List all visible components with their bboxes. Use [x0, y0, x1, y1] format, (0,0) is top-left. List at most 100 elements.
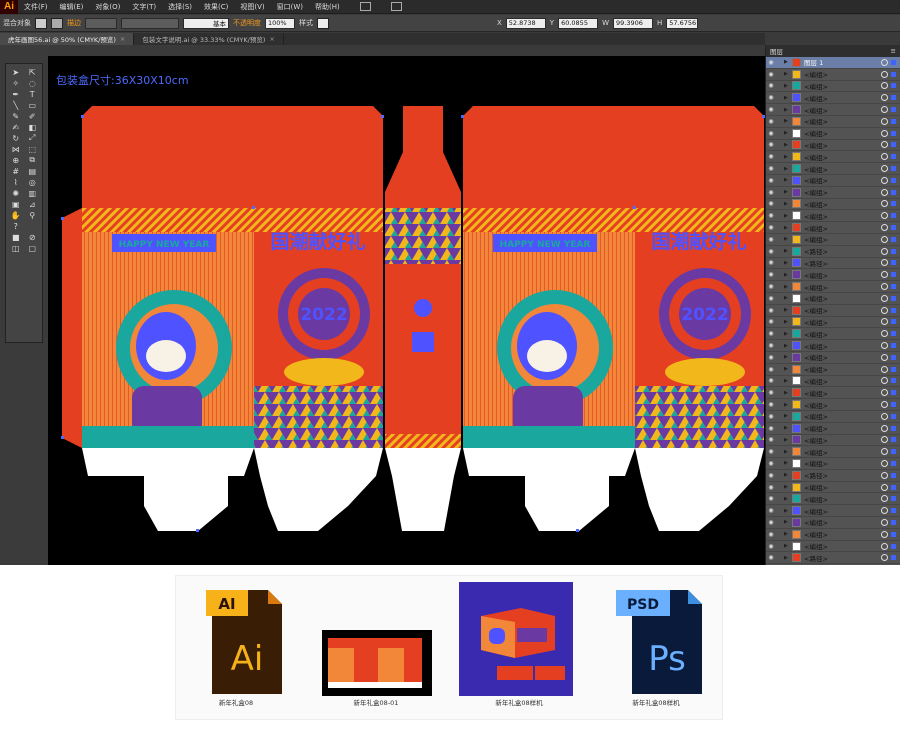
- help-icon[interactable]: ?: [8, 221, 24, 231]
- visibility-eye-icon[interactable]: ◉: [766, 401, 776, 408]
- perspective-grid-icon[interactable]: ⧉: [25, 155, 41, 165]
- rectangle-tool-icon[interactable]: ▭: [25, 100, 41, 110]
- sublayer-row[interactable]: ◉ ▶ <编组>: [766, 104, 900, 116]
- visibility-eye-icon[interactable]: ◉: [766, 130, 776, 137]
- menu-view[interactable]: 视图(V): [234, 2, 270, 12]
- expand-arrow-icon[interactable]: ▶: [784, 354, 792, 360]
- selection-indicator[interactable]: [891, 83, 896, 89]
- expand-arrow-icon[interactable]: ▶: [784, 166, 792, 172]
- visibility-eye-icon[interactable]: ◉: [766, 318, 776, 325]
- target-circle-icon[interactable]: [881, 412, 888, 420]
- selection-indicator[interactable]: [891, 543, 896, 549]
- target-circle-icon[interactable]: [881, 365, 888, 373]
- expand-arrow-icon[interactable]: ▶: [784, 284, 792, 290]
- target-circle-icon[interactable]: [881, 212, 888, 220]
- y-field[interactable]: 60.0855: [558, 17, 599, 29]
- sublayer-row[interactable]: ◉ ▶ <编组>: [766, 458, 900, 470]
- visibility-eye-icon[interactable]: ◉: [766, 94, 776, 101]
- expand-arrow-icon[interactable]: ▶: [784, 142, 792, 148]
- sublayer-row[interactable]: ◉ ▶ <编组>: [766, 541, 900, 553]
- selection-indicator[interactable]: [891, 555, 896, 561]
- blend-tool-icon[interactable]: ◎: [25, 177, 41, 187]
- sublayer-row[interactable]: ◉ ▶ <路径>: [766, 552, 900, 565]
- selection-indicator[interactable]: [891, 425, 896, 431]
- column-graph-icon[interactable]: ▥: [25, 188, 41, 198]
- selection-indicator[interactable]: [891, 154, 896, 160]
- sublayer-row[interactable]: ◉ ▶ <编组>: [766, 269, 900, 282]
- target-circle-icon[interactable]: [881, 448, 888, 456]
- paintbrush-tool-icon[interactable]: ✎: [8, 111, 24, 121]
- visibility-eye-icon[interactable]: ◉: [766, 448, 776, 455]
- expand-arrow-icon[interactable]: ▶: [784, 484, 792, 490]
- sublayer-row[interactable]: ◉ ▶ <编组>: [766, 411, 900, 423]
- menu-edit[interactable]: 编辑(E): [54, 2, 90, 12]
- visibility-eye-icon[interactable]: ◉: [766, 71, 776, 78]
- menu-select[interactable]: 选择(S): [162, 2, 198, 12]
- selection-indicator[interactable]: [891, 272, 896, 278]
- visibility-eye-icon[interactable]: ◉: [766, 212, 776, 219]
- sublayer-row[interactable]: ◉ ▶ <编组>: [766, 293, 900, 305]
- visibility-eye-icon[interactable]: ◉: [766, 377, 776, 384]
- expand-arrow-icon[interactable]: ▶: [784, 248, 792, 254]
- selection-indicator[interactable]: [891, 225, 896, 231]
- selection-indicator[interactable]: [891, 213, 896, 219]
- stroke-weight-field[interactable]: [85, 17, 117, 29]
- expand-arrow-icon[interactable]: ▶: [784, 236, 792, 242]
- expand-arrow-icon[interactable]: ▶: [784, 449, 792, 455]
- sublayer-row[interactable]: ◉ ▶ <编组>: [766, 376, 900, 388]
- visibility-eye-icon[interactable]: ◉: [766, 82, 776, 89]
- sublayer-row[interactable]: ◉ ▶ <编组>: [766, 435, 900, 447]
- sublayer-row[interactable]: ◉ ▶ <编组>: [766, 517, 900, 529]
- visibility-eye-icon[interactable]: ◉: [766, 495, 776, 502]
- selection-indicator[interactable]: [891, 107, 896, 113]
- expand-arrow-icon[interactable]: ▶: [784, 519, 792, 525]
- target-circle-icon[interactable]: [881, 542, 888, 550]
- expand-arrow-icon[interactable]: ▶: [784, 425, 792, 431]
- selection-indicator[interactable]: [891, 402, 896, 407]
- brush-style-dropdown[interactable]: 基本: [183, 17, 229, 29]
- sublayer-row[interactable]: ◉ ▶ <编组>: [766, 328, 900, 341]
- target-circle-icon[interactable]: [881, 554, 888, 562]
- expand-arrow-icon[interactable]: ▶: [784, 201, 792, 207]
- x-field[interactable]: 52.8738: [505, 17, 546, 29]
- stroke-swatch[interactable]: [51, 17, 63, 29]
- tab-document-2[interactable]: 包装文字说明.ai @ 33.33% (CMYK/预览) ×: [134, 33, 284, 45]
- sublayer-row[interactable]: ◉ ▶ <编组>: [766, 305, 900, 317]
- sublayer-row[interactable]: ◉ ▶ <编组>: [766, 199, 900, 211]
- direct-selection-tool-icon[interactable]: ⇱: [25, 67, 41, 77]
- expand-arrow-icon[interactable]: ▶: [784, 272, 792, 278]
- expand-arrow-icon[interactable]: ▶: [784, 225, 792, 231]
- expand-arrow-icon[interactable]: ▶: [784, 95, 792, 101]
- expand-arrow-icon[interactable]: ▶: [784, 177, 792, 183]
- type-tool-icon[interactable]: T: [25, 89, 41, 99]
- selection-indicator[interactable]: [891, 130, 896, 136]
- target-circle-icon[interactable]: [881, 507, 888, 515]
- target-circle-icon[interactable]: [881, 518, 888, 526]
- expand-arrow-icon[interactable]: ▶: [784, 366, 792, 372]
- width-tool-icon[interactable]: ⋈: [8, 144, 24, 154]
- selection-indicator[interactable]: [891, 201, 896, 207]
- target-circle-icon[interactable]: [881, 200, 888, 208]
- menu-file[interactable]: 文件(F): [18, 2, 54, 12]
- expand-arrow-icon[interactable]: ▶: [784, 472, 792, 478]
- selection-indicator[interactable]: [891, 189, 896, 195]
- selection-indicator[interactable]: [891, 284, 896, 290]
- line-tool-icon[interactable]: ╲: [8, 100, 24, 110]
- target-circle-icon[interactable]: [881, 94, 888, 102]
- visibility-eye-icon[interactable]: ◉: [766, 200, 776, 207]
- selection-indicator[interactable]: [891, 378, 896, 384]
- target-circle-icon[interactable]: [881, 247, 888, 255]
- sublayer-row[interactable]: ◉ ▶ <编组>: [766, 175, 900, 187]
- gradient-tool-icon[interactable]: ▤: [25, 166, 41, 176]
- expand-arrow-icon[interactable]: ▶: [784, 118, 792, 124]
- document-canvas[interactable]: 包装盒尺寸:36X30X10cm HAPPY NEW YEAR 国潮献好礼 20…: [48, 56, 765, 565]
- visibility-eye-icon[interactable]: ◉: [766, 189, 776, 196]
- selection-indicator[interactable]: [891, 142, 896, 148]
- opacity-field[interactable]: 100%: [265, 17, 295, 29]
- sublayer-row[interactable]: ◉ ▶ <编组>: [766, 493, 900, 506]
- file-item-ai[interactable]: AI Ai 新年礼盒08: [176, 576, 296, 721]
- visibility-eye-icon[interactable]: ◉: [766, 236, 776, 243]
- visibility-eye-icon[interactable]: ◉: [766, 354, 776, 361]
- target-circle-icon[interactable]: [881, 153, 888, 161]
- selection-indicator[interactable]: [891, 354, 896, 360]
